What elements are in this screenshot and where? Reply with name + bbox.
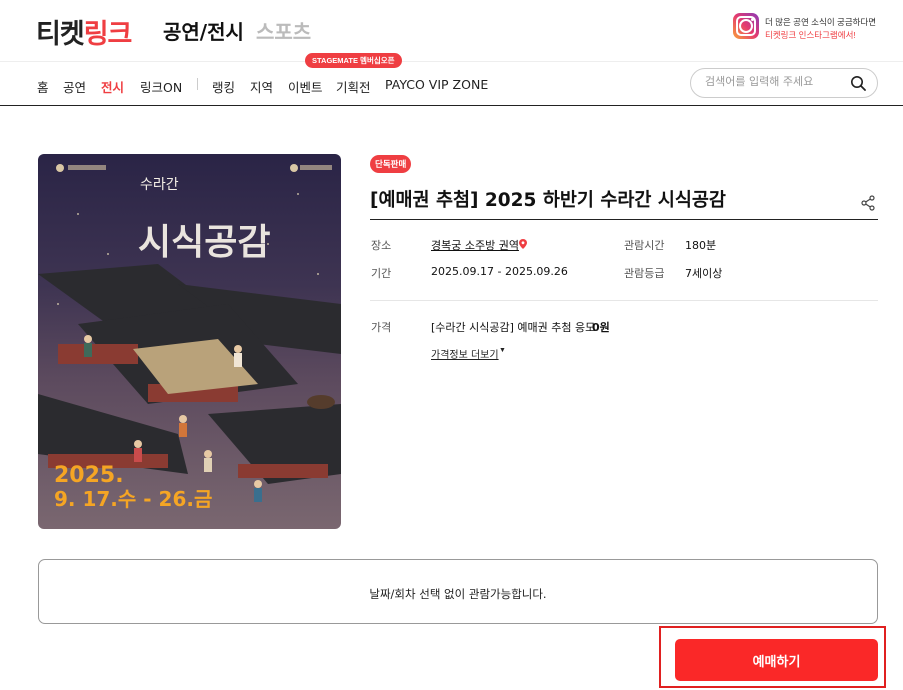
caret-down-icon[interactable]: ▼ <box>499 347 506 354</box>
reserve-button[interactable]: 예매하기 <box>675 639 878 681</box>
rating-label: 관람등급 <box>624 267 665 280</box>
poster-title-big: 시식공감 <box>138 221 270 263</box>
price-name: [수라간 시식공감] 예매권 추첨 응모 <box>431 321 596 334</box>
nav-item-exhibition[interactable]: 전시 <box>101 77 124 96</box>
poster-illustration: 수라간 시식공감 2025. 9. 17.수 - 26.금 <box>38 164 341 511</box>
instagram-promo-line1: 더 많은 공연 소식이 궁금하다면 <box>765 17 877 27</box>
title-divider <box>370 219 878 220</box>
nav-divider <box>197 78 198 90</box>
rating-value: 7세이상 <box>685 267 723 280</box>
search-input[interactable] <box>705 75 845 88</box>
nav-item-linkon[interactable]: 링크ON <box>140 77 182 96</box>
period-value: 2025.09.17 - 2025.09.26 <box>431 265 568 278</box>
nav-item-ranking[interactable]: 랭킹 <box>212 77 235 96</box>
stagemate-badge[interactable]: STAGEMATE 멤버십오픈 <box>305 53 402 68</box>
venue-label: 장소 <box>371 239 392 252</box>
info-divider <box>370 300 878 301</box>
search-icon[interactable] <box>850 75 866 91</box>
instagram-promo[interactable]: 더 많은 공연 소식이 궁금하다면 티켓링크 인스타그램에서! <box>765 16 876 42</box>
period-label: 기간 <box>371 267 392 280</box>
logo-text-accent: 링크 <box>83 19 133 50</box>
price-value: 0원 <box>592 321 610 334</box>
nav-item-event[interactable]: 이벤트 <box>288 77 323 96</box>
instagram-icon[interactable] <box>733 13 759 39</box>
poster-date-line2: 9. 17.수 - 26.금 <box>54 487 212 511</box>
main-nav: 홈 공연 전시 링크ON 랭킹 지역 이벤트 STAGEMATE 멤버십오픈 기… <box>0 53 903 106</box>
tab-performance-exhibition[interactable]: 공연/전시 <box>163 16 244 45</box>
exclusive-badge: 단독판매 <box>370 155 412 173</box>
price-label: 가격 <box>371 321 392 334</box>
poster-title-small: 수라간 <box>140 177 179 193</box>
logo-emblem-icon <box>290 164 298 172</box>
nav-item-special[interactable]: 기획전 <box>336 77 371 96</box>
more-price-info-link[interactable]: 가격정보 더보기 <box>431 346 499 361</box>
runtime-label: 관람시간 <box>624 239 665 252</box>
poster-date-line1: 2025. <box>54 463 124 488</box>
event-poster: 수라간 시식공감 2025. 9. 17.수 - 26.금 <box>38 154 341 529</box>
site-header: 티켓링크 공연/전시 스포츠 더 많은 공연 소식이 궁금하다면 티켓링크 인스… <box>0 0 903 62</box>
nav-item-payco-vip[interactable]: PAYCO VIP ZONE <box>385 77 488 92</box>
instagram-icon-dot <box>751 18 754 21</box>
instagram-promo-line2: 티켓링크 인스타그램에서! <box>765 30 856 40</box>
nav-item-region[interactable]: 지역 <box>250 77 273 96</box>
ticketlink-logo[interactable]: 티켓링크 <box>36 12 133 51</box>
venue-link[interactable]: 경복궁 소주방 권역 <box>431 237 519 253</box>
logo-text-main: 티켓 <box>36 19 85 50</box>
notice-text: 날짜/회차 선택 없이 관람가능합니다. <box>369 587 547 601</box>
nav-item-performance[interactable]: 공연 <box>63 77 86 96</box>
search-box[interactable] <box>690 68 878 98</box>
logo-emblem-icon <box>56 164 64 172</box>
notice-box: 날짜/회차 선택 없이 관람가능합니다. <box>38 559 878 624</box>
nav-item-home[interactable]: 홈 <box>37 77 49 96</box>
share-icon[interactable] <box>860 195 876 211</box>
product-title: [예매권 추첨] 2025 하반기 수라간 시식공감 <box>370 190 726 211</box>
tab-sports[interactable]: 스포츠 <box>256 16 311 45</box>
location-pin-icon[interactable] <box>519 239 527 249</box>
runtime-value: 180분 <box>685 239 717 252</box>
